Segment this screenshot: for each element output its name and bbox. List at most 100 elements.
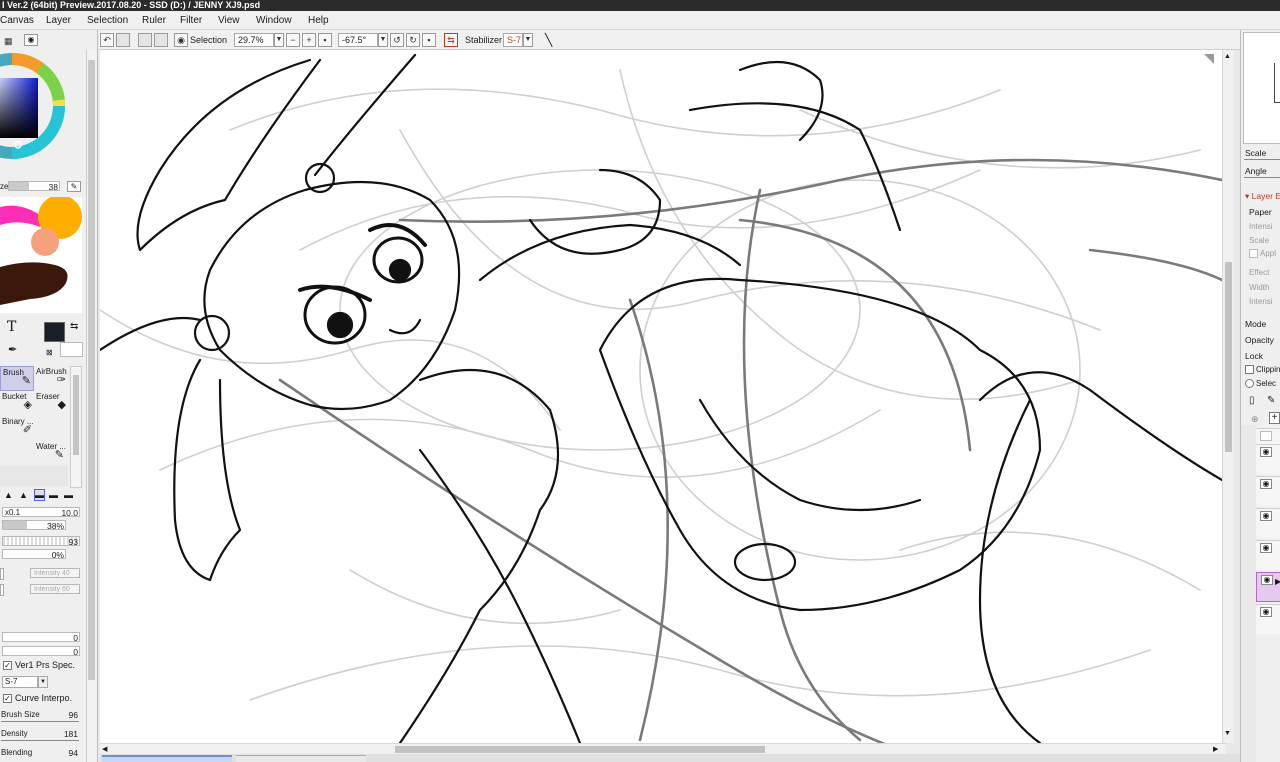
expand-icon[interactable]: ▶ bbox=[1275, 577, 1280, 586]
texture-select-a[interactable] bbox=[0, 568, 4, 580]
transparency-icon[interactable]: ⊠ bbox=[46, 348, 53, 358]
canvas-corner-indicator bbox=[1204, 54, 1214, 64]
scroll-right-icon[interactable]: ▶ bbox=[1213, 745, 1218, 753]
document-tab[interactable] bbox=[236, 755, 366, 762]
eye-icon[interactable]: ◉ bbox=[1260, 543, 1272, 553]
stabilizer-dropdown-icon[interactable]: ▼ bbox=[523, 33, 533, 47]
stabilizer-field[interactable]: S-7 bbox=[503, 33, 523, 47]
rotation-reset-icon[interactable]: ▪ bbox=[422, 33, 436, 47]
menu-window[interactable]: Window bbox=[256, 15, 292, 27]
tool-airbrush[interactable]: AirBrush ✑ bbox=[34, 366, 68, 391]
grid-icon[interactable]: ▦ bbox=[4, 36, 13, 46]
brush-size-track[interactable] bbox=[1, 721, 79, 722]
eyedropper-icon[interactable]: ✒ bbox=[8, 345, 17, 356]
rotation-field[interactable]: -67.5° bbox=[338, 33, 378, 47]
layer-effect-header[interactable]: ▾ Layer E bbox=[1245, 191, 1280, 201]
selection-source-radio[interactable] bbox=[1245, 379, 1254, 388]
transparent-color-swatch[interactable] bbox=[60, 342, 83, 357]
apply-checkbox[interactable] bbox=[1249, 249, 1258, 258]
horizontal-scroll-thumb[interactable] bbox=[395, 746, 765, 753]
scroll-up-icon[interactable]: ▲ bbox=[1224, 53, 1231, 60]
min-size-label: x0.1 bbox=[5, 508, 21, 517]
layer-row[interactable]: ◉ bbox=[1256, 604, 1280, 634]
tool-brush[interactable]: Brush ✎ bbox=[0, 366, 34, 391]
layer-row[interactable]: ◉ bbox=[1256, 508, 1280, 538]
shape-round-icon[interactable]: ▲ bbox=[19, 490, 28, 500]
tool-binary[interactable]: Binary ... ✐ bbox=[0, 416, 34, 441]
rotate-left-icon[interactable]: ↺ bbox=[390, 33, 404, 47]
menu-ruler[interactable]: Ruler bbox=[142, 15, 166, 27]
current-color-swatch[interactable] bbox=[44, 322, 65, 342]
shape-square-icon[interactable]: ▬ bbox=[49, 490, 58, 500]
tool-eraser[interactable]: Eraser ◆ bbox=[34, 391, 68, 416]
layer-row-selected[interactable]: ◉▶ bbox=[1256, 572, 1280, 602]
texture-select-b[interactable] bbox=[0, 584, 4, 596]
pen-mode-icon[interactable]: ✎ bbox=[67, 181, 81, 192]
deselect-button[interactable] bbox=[138, 33, 152, 47]
canvas-vertical-scrollbar[interactable]: ▲ ▼ bbox=[1222, 50, 1234, 743]
text-tool-icon[interactable]: T bbox=[7, 320, 16, 334]
clipping-label: Clippin bbox=[1256, 365, 1280, 374]
menu-help[interactable]: Help bbox=[308, 15, 329, 27]
density-track[interactable] bbox=[1, 740, 79, 741]
invert-selection-button[interactable] bbox=[154, 33, 168, 47]
left-panel-scrollbar[interactable] bbox=[86, 50, 96, 762]
shape-triangle-icon[interactable]: ▲ bbox=[4, 490, 13, 500]
zoom-field[interactable]: 29.7% bbox=[234, 33, 274, 47]
tool-bucket[interactable]: Bucket ◈ bbox=[0, 391, 34, 416]
scroll-left-icon[interactable]: ◀ bbox=[102, 745, 107, 753]
tool-panel: ▦ ◉ ze 38 ✎ T ✒ ⇆ ⊠ Brush ✎ AirBrush ✑ Buc… bbox=[0, 30, 98, 762]
layer-row[interactable]: ◉ bbox=[1256, 444, 1280, 474]
scratchpad[interactable] bbox=[0, 197, 82, 313]
ver1-checkbox[interactable]: ✓ bbox=[3, 661, 12, 670]
swap-colors-icon[interactable]: ⇆ bbox=[70, 322, 78, 332]
scale-track[interactable] bbox=[1244, 159, 1280, 160]
menu-canvas[interactable]: Canvas bbox=[0, 15, 34, 27]
stabilizer-select-arrow-icon[interactable]: ▼ bbox=[38, 676, 48, 688]
menu-selection[interactable]: Selection bbox=[87, 15, 128, 27]
rotation-dropdown-icon[interactable]: ▼ bbox=[378, 33, 388, 47]
stabilizer-select[interactable]: S-7 bbox=[2, 676, 38, 688]
rotate-right-icon[interactable]: ↻ bbox=[406, 33, 420, 47]
drawing-canvas[interactable] bbox=[100, 50, 1222, 743]
layer-row[interactable]: ◉ bbox=[1256, 540, 1280, 570]
zoom-out-icon[interactable]: − bbox=[286, 33, 300, 47]
angle-track[interactable] bbox=[1244, 177, 1280, 178]
zoom-in-icon[interactable]: + bbox=[302, 33, 316, 47]
color-wheel-icon[interactable]: ◉ bbox=[24, 34, 38, 46]
line-tool-icon[interactable]: ╲ bbox=[545, 33, 552, 47]
flip-horizontal-icon[interactable]: ⇆ bbox=[444, 33, 458, 47]
color-wheel[interactable] bbox=[0, 48, 70, 166]
visibility-toggle[interactable] bbox=[1260, 431, 1272, 441]
scroll-down-icon[interactable]: ▼ bbox=[1224, 730, 1231, 737]
eye-icon[interactable]: ◉ bbox=[1260, 479, 1272, 489]
vertical-scroll-thumb[interactable] bbox=[1225, 262, 1232, 452]
effect-label: Effect bbox=[1249, 268, 1270, 277]
tool-watercolor[interactable]: Water ... ✎ bbox=[34, 441, 66, 466]
clipping-checkbox[interactable] bbox=[1245, 365, 1254, 374]
layer-lock-icon[interactable]: ⊕ bbox=[1251, 414, 1259, 424]
menu-layer[interactable]: Layer bbox=[46, 15, 71, 27]
layer-row[interactable]: ◉ bbox=[1256, 476, 1280, 506]
tool-scrollbar[interactable] bbox=[70, 366, 82, 488]
undo-icon[interactable]: ↶ bbox=[100, 33, 114, 47]
eye-icon[interactable]: ◉ bbox=[1261, 575, 1273, 585]
zoom-dropdown-icon[interactable]: ▼ bbox=[274, 33, 284, 47]
shape-rect-icon[interactable]: ▬ bbox=[64, 490, 73, 500]
new-folder-icon[interactable]: ✎ bbox=[1267, 396, 1275, 406]
eye-icon[interactable]: ◉ bbox=[1260, 511, 1272, 521]
curve-checkbox[interactable]: ✓ bbox=[3, 694, 12, 703]
navigator-preview[interactable] bbox=[1243, 32, 1280, 144]
canvas-horizontal-scrollbar[interactable]: ◀ ▶ bbox=[100, 743, 1226, 754]
zoom-reset-icon[interactable]: ▪ bbox=[318, 33, 332, 47]
eye-icon[interactable]: ◉ bbox=[1260, 607, 1272, 617]
redo-icon[interactable] bbox=[116, 33, 130, 47]
add-layer-icon[interactable]: + bbox=[1269, 412, 1280, 424]
eye-icon[interactable]: ◉ bbox=[1260, 447, 1272, 457]
document-tab-active[interactable] bbox=[102, 755, 232, 762]
selection-eye-icon[interactable]: ◉ bbox=[174, 33, 188, 47]
new-layer-icon[interactable]: ▯ bbox=[1249, 396, 1255, 406]
menu-filter[interactable]: Filter bbox=[180, 15, 202, 27]
shape-flat-icon[interactable]: ▬ bbox=[34, 489, 45, 501]
menu-view[interactable]: View bbox=[218, 15, 240, 27]
